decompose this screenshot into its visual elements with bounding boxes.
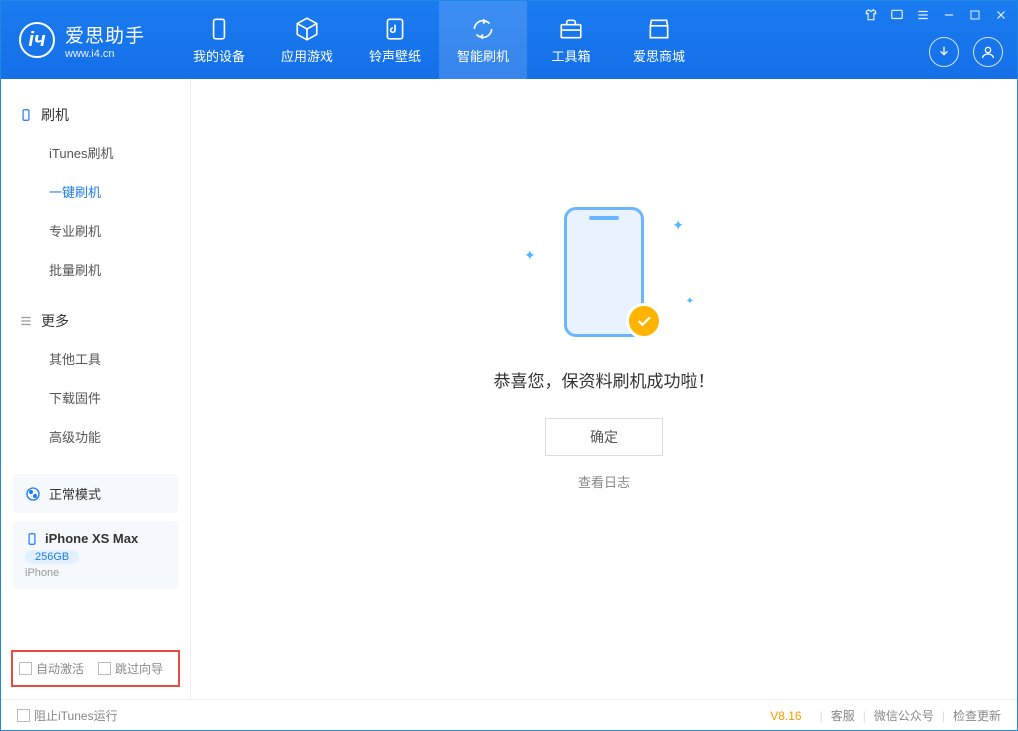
- options-row: 自动激活 跳过向导: [11, 650, 180, 687]
- header: iч 爱思助手 www.i4.cn 我的设备 应用游戏 铃声壁纸 智能刷机 工具…: [1, 1, 1017, 79]
- sidebar-group-more: 更多: [1, 303, 190, 339]
- device-type: iPhone: [25, 567, 166, 579]
- tab-apps[interactable]: 应用游戏: [263, 1, 351, 79]
- tab-label: 智能刷机: [457, 46, 509, 65]
- app-title: 爱思助手: [65, 21, 145, 48]
- update-link[interactable]: 检查更新: [953, 707, 1001, 724]
- tab-ringtones[interactable]: 铃声壁纸: [351, 1, 439, 79]
- sidebar-item-oneclick[interactable]: 一键刷机: [1, 172, 190, 211]
- storage-badge: 256GB: [25, 550, 79, 564]
- music-icon: [382, 16, 408, 42]
- sidebar-item-advanced[interactable]: 高级功能: [1, 417, 190, 456]
- block-itunes-checkbox[interactable]: 阻止iTunes运行: [17, 707, 118, 724]
- success-message: 恭喜您，保资料刷机成功啦！: [494, 367, 715, 392]
- store-icon: [646, 16, 672, 42]
- sidebar-item-tools[interactable]: 其他工具: [1, 339, 190, 378]
- sidebar-item-firmware[interactable]: 下载固件: [1, 378, 190, 417]
- phone-icon: [25, 532, 39, 546]
- tab-my-device[interactable]: 我的设备: [175, 1, 263, 79]
- menu-icon[interactable]: [915, 7, 931, 23]
- wechat-link[interactable]: 微信公众号: [874, 707, 934, 724]
- sidebar-group-flash: 刷机: [1, 97, 190, 133]
- close-icon[interactable]: [993, 7, 1009, 23]
- nav-tabs: 我的设备 应用游戏 铃声壁纸 智能刷机 工具箱 爱思商城: [175, 1, 703, 79]
- tab-label: 爱思商城: [633, 46, 685, 65]
- success-illustration: ✦ ✦ ✦: [514, 207, 694, 347]
- logo-icon: iч: [19, 22, 55, 58]
- device-icon: [206, 16, 232, 42]
- minimize-icon[interactable]: [941, 7, 957, 23]
- sidebar-item-itunes[interactable]: iTunes刷机: [1, 133, 190, 172]
- device-name: iPhone XS Max: [45, 531, 138, 546]
- shirt-icon[interactable]: [863, 7, 879, 23]
- ok-button[interactable]: 确定: [545, 418, 663, 456]
- view-log-link[interactable]: 查看日志: [578, 472, 630, 491]
- skip-guide-checkbox[interactable]: 跳过向导: [98, 660, 163, 677]
- window-controls: [863, 7, 1009, 23]
- user-button[interactable]: [973, 37, 1003, 67]
- check-icon: [626, 303, 662, 339]
- tab-store[interactable]: 爱思商城: [615, 1, 703, 79]
- sidebar-item-pro[interactable]: 专业刷机: [1, 211, 190, 250]
- sidebar-item-batch[interactable]: 批量刷机: [1, 250, 190, 289]
- feedback-icon[interactable]: [889, 7, 905, 23]
- main-content: ✦ ✦ ✦ 恭喜您，保资料刷机成功啦！ 确定 查看日志: [191, 79, 1017, 699]
- tab-flash[interactable]: 智能刷机: [439, 1, 527, 79]
- tab-label: 应用游戏: [281, 46, 333, 65]
- tab-label: 我的设备: [193, 46, 245, 65]
- support-link[interactable]: 客服: [831, 707, 855, 724]
- list-icon: [19, 314, 33, 328]
- tab-label: 铃声壁纸: [369, 46, 421, 65]
- tab-toolbox[interactable]: 工具箱: [527, 1, 615, 79]
- device-box[interactable]: iPhone XS Max 256GB iPhone: [13, 521, 178, 589]
- phone-icon: [19, 108, 33, 122]
- refresh-icon: [470, 16, 496, 42]
- sidebar: 刷机 iTunes刷机 一键刷机 专业刷机 批量刷机 更多 其他工具 下载固件 …: [1, 79, 191, 699]
- toolbox-icon: [558, 16, 584, 42]
- download-button[interactable]: [929, 37, 959, 67]
- tab-label: 工具箱: [552, 46, 591, 65]
- footer: 阻止iTunes运行 V8.16 | 客服 | 微信公众号 | 检查更新: [1, 699, 1017, 731]
- cube-icon: [294, 16, 320, 42]
- logo: iч 爱思助手 www.i4.cn: [1, 21, 163, 60]
- app-subtitle: www.i4.cn: [65, 48, 145, 60]
- mode-label: 正常模式: [49, 484, 101, 503]
- mode-box[interactable]: 正常模式: [13, 474, 178, 513]
- version: V8.16: [770, 709, 801, 723]
- maximize-icon[interactable]: [967, 7, 983, 23]
- mode-icon: [25, 486, 41, 502]
- header-actions: [929, 37, 1003, 67]
- auto-activate-checkbox[interactable]: 自动激活: [19, 660, 84, 677]
